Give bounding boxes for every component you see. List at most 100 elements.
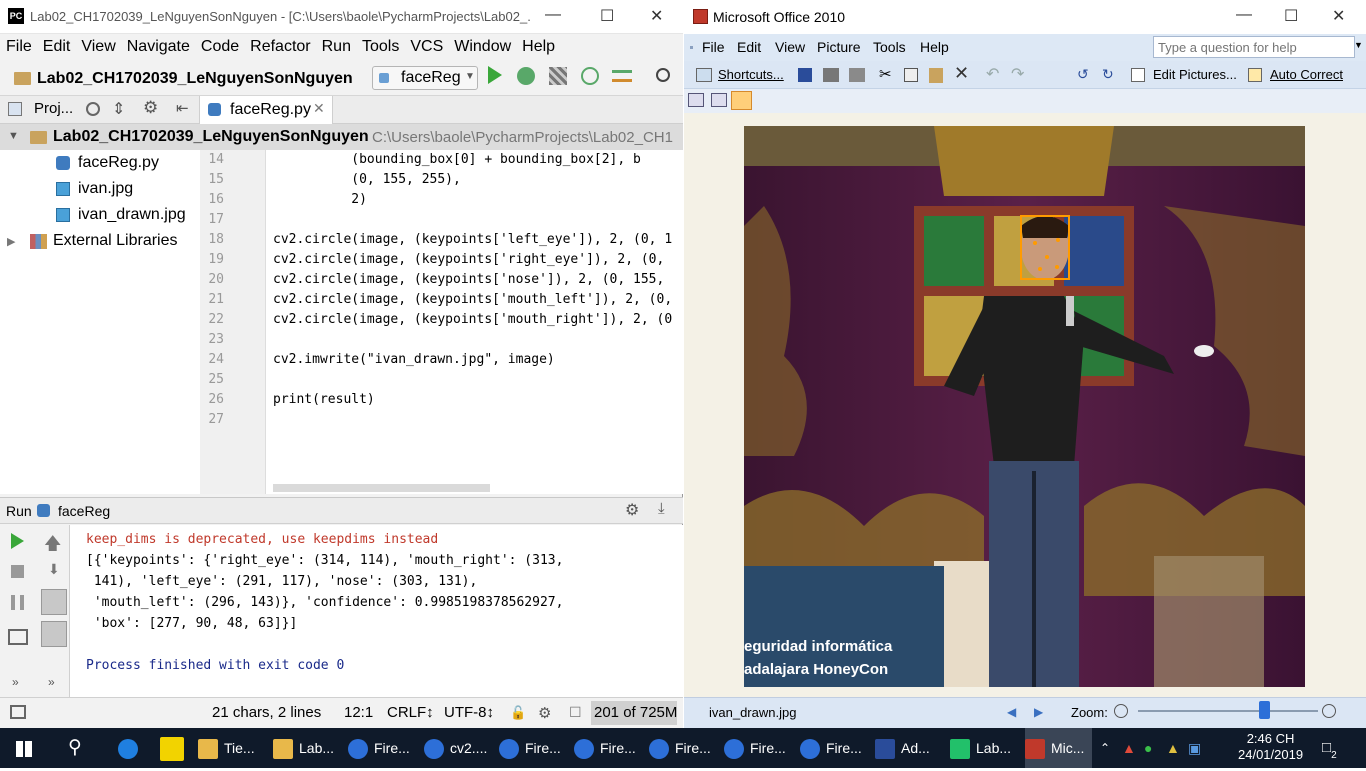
expand-arrow-icon[interactable]: ▶	[7, 235, 15, 248]
rotate-right-icon[interactable]: ↻	[1102, 66, 1114, 83]
expand-icon[interactable]: »	[12, 675, 19, 689]
menu-code[interactable]: Code	[195, 34, 244, 56]
tree-item-external-libraries[interactable]: External Libraries	[53, 232, 178, 250]
project-breadcrumb[interactable]: Lab02_CH1702039_LeNguyenSonNguyen	[37, 70, 353, 88]
taskbar-item[interactable]: Ad...	[875, 728, 930, 768]
line-separator[interactable]: CRLF↕	[387, 704, 434, 721]
collapse-icon[interactable]: ⇕	[112, 99, 125, 119]
event-log-icon[interactable]: ☐	[569, 704, 582, 721]
menu-tools[interactable]: Tools	[873, 39, 906, 55]
horizontal-scrollbar[interactable]	[273, 484, 490, 492]
memory-indicator[interactable]: 201 of 725M	[591, 701, 677, 725]
start-button[interactable]	[16, 728, 32, 768]
menu-view[interactable]: View	[775, 39, 805, 55]
run-icon[interactable]	[488, 66, 502, 84]
up-arrow-icon[interactable]: 🡅	[44, 531, 61, 560]
redo-icon[interactable]: ↷	[1011, 64, 1024, 84]
displayed-photo[interactable]: eguridad informática adalajara HoneyCon	[744, 126, 1305, 687]
notifications-button[interactable]: □2	[1322, 728, 1337, 768]
menu-picture[interactable]: Picture	[817, 39, 861, 55]
thumbnail-view-icon[interactable]	[688, 93, 704, 107]
tray-update-icon[interactable]: ▲	[1166, 728, 1180, 768]
taskbar-item[interactable]: Tie...	[198, 728, 255, 768]
encoding[interactable]: UTF-8↕	[444, 704, 494, 721]
menu-file[interactable]: File	[702, 39, 725, 55]
toggle-tool-windows-icon[interactable]	[10, 705, 26, 719]
edit-pictures-button[interactable]: Edit Pictures...	[1153, 67, 1237, 82]
menu-help[interactable]: Help	[920, 39, 949, 55]
inspector-icon[interactable]: ⚙	[538, 704, 551, 722]
minimize-icon[interactable]: —	[545, 6, 561, 24]
more-icon[interactable]: »	[48, 675, 55, 689]
close-icon[interactable]: ✕	[1332, 6, 1345, 26]
concurrency-icon[interactable]	[612, 70, 632, 82]
tab-project[interactable]: Proj...	[34, 100, 73, 117]
stop-icon[interactable]	[11, 565, 24, 578]
tree-item-facereg[interactable]: faceReg.py	[78, 154, 159, 172]
cut-icon[interactable]: ✂	[879, 65, 892, 83]
profile-icon[interactable]	[581, 67, 599, 85]
run-config-select[interactable]: faceReg ▼	[372, 66, 478, 90]
coverage-icon[interactable]	[549, 67, 567, 85]
tray-network-icon[interactable]: ●	[1144, 728, 1152, 768]
taskbar-item[interactable]: Fire...	[800, 728, 862, 768]
rerun-icon[interactable]	[11, 533, 24, 549]
taskbar-item[interactable]: Fire...	[574, 728, 636, 768]
paste-icon[interactable]	[929, 68, 943, 83]
email-icon[interactable]	[849, 68, 865, 82]
menu-tools[interactable]: Tools	[356, 34, 404, 56]
menu-view[interactable]: View	[75, 34, 120, 56]
taskbar-item[interactable]: Fire...	[649, 728, 711, 768]
zoom-out-icon[interactable]	[1114, 704, 1128, 718]
show-hidden-icons[interactable]: ⌃	[1100, 728, 1110, 768]
tab-facereg[interactable]: faceReg.py ✕	[199, 96, 333, 124]
close-icon[interactable]: ✕	[650, 6, 663, 26]
save-icon[interactable]	[798, 68, 812, 82]
print-icon[interactable]	[823, 68, 839, 82]
debug-icon[interactable]	[517, 67, 535, 85]
dropdown-icon[interactable]: ▼	[1354, 40, 1363, 50]
taskbar-item[interactable]: Mic...	[1025, 728, 1093, 768]
delete-icon[interactable]: ✕	[954, 63, 969, 84]
target-icon[interactable]	[86, 102, 100, 116]
down-arrow-icon[interactable]: ⬇	[48, 561, 60, 578]
menu-edit[interactable]: Edit	[37, 34, 76, 56]
undo-icon[interactable]: ↶	[986, 64, 999, 84]
taskbar-item[interactable]: Fire...	[499, 728, 561, 768]
zoom-slider-track[interactable]	[1138, 710, 1318, 712]
next-icon[interactable]: ▶	[1034, 705, 1043, 719]
search-icon[interactable]	[656, 68, 670, 82]
menu-refactor[interactable]: Refactor	[244, 34, 315, 56]
run-console[interactable]: keep_dims is deprecated, use keepdims in…	[70, 525, 683, 697]
sticky-notes-button[interactable]	[160, 728, 190, 768]
taskbar-item[interactable]: cv2....	[424, 728, 487, 768]
taskbar-item[interactable]: Lab...	[273, 728, 334, 768]
soft-wrap-icon[interactable]	[41, 589, 67, 615]
pause-icon[interactable]	[11, 595, 24, 610]
taskbar-item[interactable]: Lab...	[950, 728, 1011, 768]
zoom-slider-thumb[interactable]	[1259, 701, 1270, 719]
scroll-end-icon[interactable]	[41, 621, 67, 647]
gear-icon[interactable]: ⚙	[143, 98, 158, 118]
project-tree-root[interactable]: ▼ Lab02_CH1702039_LeNguyenSonNguyen C:\U…	[0, 124, 683, 150]
previous-icon[interactable]: ◀	[1007, 705, 1016, 719]
menu-run[interactable]: Run	[316, 34, 356, 56]
maximize-icon[interactable]: ☐	[1284, 6, 1298, 26]
single-picture-view-icon[interactable]	[731, 91, 752, 110]
menu-help[interactable]: Help	[516, 34, 560, 56]
taskbar-item[interactable]: Fire...	[724, 728, 786, 768]
tab-close-icon[interactable]: ✕	[313, 100, 325, 117]
tree-item-ivan-drawn[interactable]: ivan_drawn.jpg	[78, 206, 186, 224]
rotate-left-icon[interactable]: ↺	[1077, 66, 1089, 83]
auto-correct-button[interactable]: Auto Correct	[1270, 67, 1343, 82]
menu-edit[interactable]: Edit	[737, 39, 761, 55]
cursor-position[interactable]: 12:1	[344, 704, 373, 721]
hide-panel-icon[interactable]: ⤓	[658, 500, 665, 517]
hide-icon[interactable]: ⇤	[176, 99, 189, 117]
shortcuts-button[interactable]: Shortcuts...	[718, 67, 784, 82]
tray-app-icon[interactable]: ▲	[1122, 728, 1136, 768]
menu-navigate[interactable]: Navigate	[121, 34, 195, 56]
maximize-icon[interactable]: ☐	[600, 6, 614, 26]
search-icon[interactable]: ⚲	[68, 728, 82, 768]
copy-icon[interactable]	[904, 68, 918, 82]
